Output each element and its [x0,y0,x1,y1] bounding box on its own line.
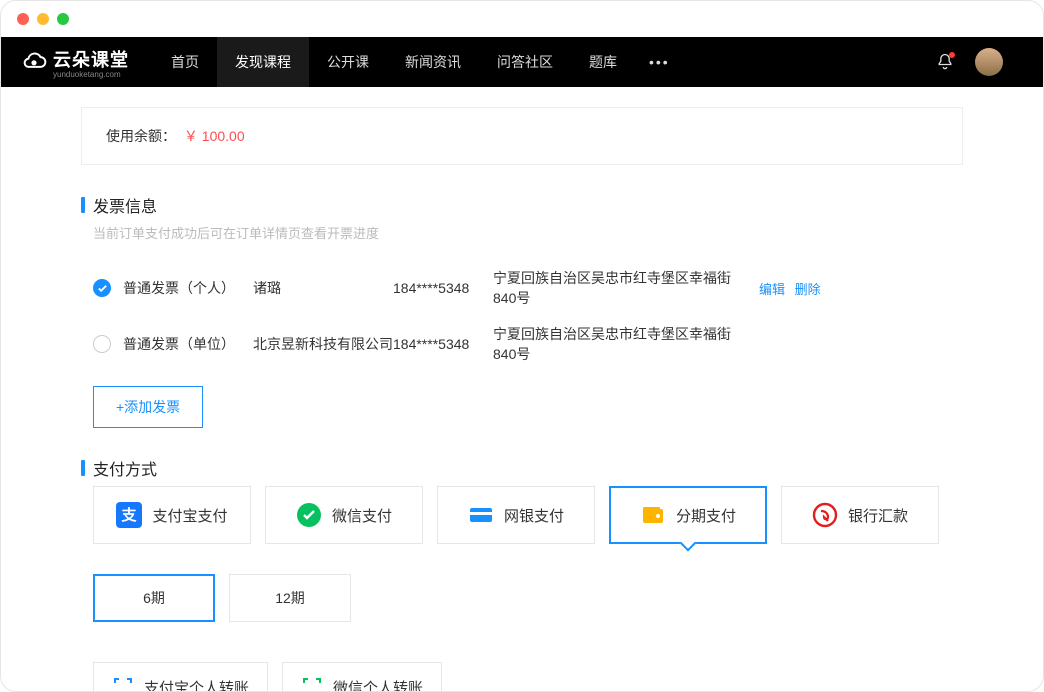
balance-label: 使用余额： [106,128,176,144]
nav-home[interactable]: 首页 [153,37,217,87]
scan-icon [301,676,323,691]
page-content: 使用余额： ￥ 100.00 发票信息 当前订单支付成功后可在订单详情页查看开票… [1,87,1043,691]
nav-items: 首页 发现课程 公开课 新闻资讯 问答社区 题库 ••• [153,37,684,87]
card-icon [468,502,494,528]
user-avatar[interactable] [975,48,1003,76]
transfer-label: 微信个人转账 [333,677,423,692]
invoice-edit[interactable]: 编辑 [759,282,785,297]
invoice-sub: 当前订单支付成功后可在订单详情页查看开票进度 [93,223,963,242]
nav-bank[interactable]: 题库 [571,37,635,87]
pay-label: 微信支付 [332,505,392,526]
notifications-button[interactable] [935,52,955,72]
invoice-addr: 宁夏回族自治区吴忠市红寺堡区幸福街840号 [493,268,753,308]
term-6[interactable]: 6期 [93,574,215,622]
add-invoice-button[interactable]: +添加发票 [93,386,203,428]
nav-open[interactable]: 公开课 [309,37,387,87]
transfer-wechat[interactable]: 微信个人转账 [282,662,442,691]
close-window-button[interactable] [17,13,29,25]
invoice-phone: 184****5348 [393,336,493,352]
bank-icon [812,502,838,528]
brand-name: 云朵课堂 [53,46,129,72]
nav-news[interactable]: 新闻资讯 [387,37,479,87]
invoice-addr: 宁夏回族自治区吴忠市红寺堡区幸福街840号 [493,324,753,364]
pay-bank[interactable]: 银行汇款 [781,486,939,544]
pay-alipay[interactable]: 支 支付宝支付 [93,486,251,544]
invoice-title: 发票信息 [81,193,963,217]
brand-sub: yunduoketang.com [53,70,129,79]
transfer-label: 支付宝个人转账 [144,677,249,692]
invoice-radio[interactable] [93,335,111,353]
invoice-phone: 184****5348 [393,280,493,296]
invoice-radio[interactable] [93,279,111,297]
invoice-name: 北京昱新科技有限公司 [253,334,393,354]
nav-discover[interactable]: 发现课程 [217,37,309,87]
invoice-row: 普通发票（单位） 北京昱新科技有限公司 184****5348 宁夏回族自治区吴… [81,316,963,372]
invoice-actions: 编辑 删除 [753,279,821,298]
pay-unionpay[interactable]: 网银支付 [437,486,595,544]
personal-transfers: 支付宝个人转账 微信个人转账 [93,662,963,691]
invoice-delete[interactable]: 删除 [795,282,821,297]
brand-logo[interactable]: 云朵课堂 yunduoketang.com [21,46,129,79]
pay-label: 银行汇款 [848,505,908,526]
pay-installment[interactable]: 分期支付 [609,486,767,544]
maximize-window-button[interactable] [57,13,69,25]
balance-box: 使用余额： ￥ 100.00 [81,107,963,165]
transfer-alipay[interactable]: 支付宝个人转账 [93,662,268,691]
top-nav: 云朵课堂 yunduoketang.com 首页 发现课程 公开课 新闻资讯 问… [1,37,1043,87]
window-controls [17,13,69,25]
app-window: 云朵课堂 yunduoketang.com 首页 发现课程 公开课 新闻资讯 问… [0,0,1044,692]
wechat-icon [296,502,322,528]
nav-more[interactable]: ••• [635,37,684,87]
pay-label: 分期支付 [676,505,736,526]
minimize-window-button[interactable] [37,13,49,25]
term-12[interactable]: 12期 [229,574,351,622]
invoice-type: 普通发票（个人） [123,278,253,298]
pay-label: 网银支付 [504,505,564,526]
installment-terms: 6期 12期 [93,574,963,622]
wallet-icon [640,502,666,528]
notification-dot [949,52,955,58]
payment-section: 支付方式 支 支付宝支付 微信支付 [81,456,963,691]
invoice-type: 普通发票（单位） [123,334,253,354]
invoice-name: 诸璐 [253,278,393,298]
cloud-icon [21,49,47,75]
payment-methods: 支 支付宝支付 微信支付 网银支付 [93,486,963,544]
invoice-row: 普通发票（个人） 诸璐 184****5348 宁夏回族自治区吴忠市红寺堡区幸福… [81,260,963,316]
pay-wechat[interactable]: 微信支付 [265,486,423,544]
alipay-icon: 支 [116,502,142,528]
balance-amount: ￥ 100.00 [184,128,245,144]
scan-icon [112,676,134,691]
nav-qa[interactable]: 问答社区 [479,37,571,87]
titlebar [1,1,1043,37]
pay-label: 支付宝支付 [152,505,227,526]
payment-title: 支付方式 [81,456,963,480]
svg-text:支: 支 [121,506,138,524]
invoice-section: 发票信息 当前订单支付成功后可在订单详情页查看开票进度 普通发票（个人） 诸璐 … [81,193,963,428]
check-icon [97,283,108,294]
